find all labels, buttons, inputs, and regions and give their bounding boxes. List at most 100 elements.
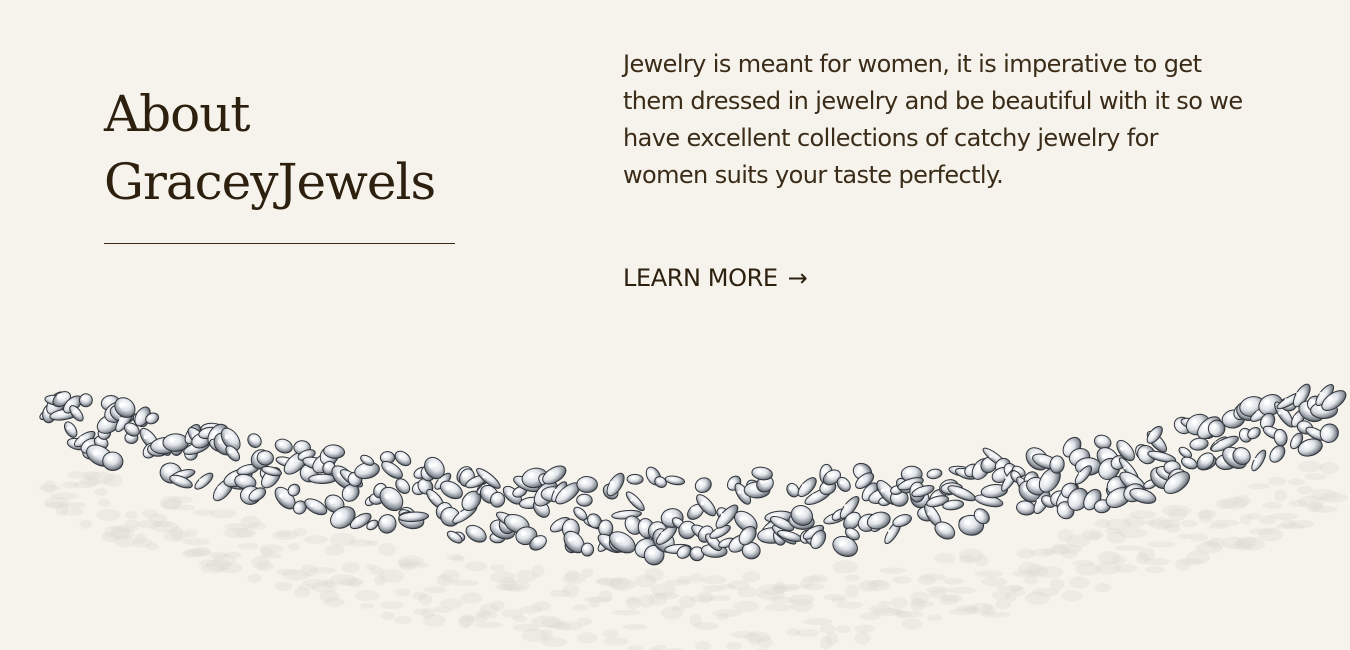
gem-reflection (67, 501, 86, 509)
gem-reflection (257, 561, 274, 572)
gem-sparkle (137, 412, 142, 417)
gem-reflection (911, 600, 935, 608)
gem-sparkle (493, 495, 498, 500)
gem-sparkle (310, 460, 314, 464)
gem-reflection (576, 617, 593, 626)
gem-sparkle (471, 478, 475, 482)
gem (1189, 437, 1209, 451)
gem-reflection (145, 543, 159, 551)
gem-sparkle (750, 485, 756, 490)
gem-reflection (446, 554, 464, 561)
gem-sparkle (1181, 450, 1185, 453)
gem-sparkle (1276, 432, 1282, 438)
gem-sparkle (1278, 411, 1282, 415)
learn-more-link[interactable]: LEARN MORE → (623, 264, 808, 292)
gem-reflection (303, 535, 328, 544)
gem-reflection (1081, 529, 1104, 540)
gem-sparkle (988, 487, 993, 492)
gem-reflection (114, 535, 136, 548)
gem-reflection (892, 576, 912, 584)
gem-reflection (1288, 520, 1315, 529)
gem-sparkle (297, 443, 302, 448)
gem-reflection (210, 509, 237, 519)
gem-reflection (975, 555, 989, 567)
gem-reflection (757, 635, 773, 649)
gem-sparkle (765, 530, 771, 536)
gem-reflection (926, 586, 949, 593)
gem-reflection (627, 645, 644, 650)
gem-reflection (946, 586, 977, 594)
gem-sparkle (603, 539, 608, 544)
gem-reflection (940, 594, 963, 603)
gem-reflection (380, 611, 395, 621)
gem-sparkle (386, 466, 391, 470)
gem-reflection (394, 588, 411, 597)
gem-sparkle (1245, 400, 1252, 407)
gem-sparkle (143, 435, 148, 440)
gem-reflection (802, 583, 825, 591)
gem-reflection (541, 637, 568, 647)
gem-reflection (1061, 590, 1083, 602)
gem-sparkle (620, 512, 624, 515)
gem-sparkle (839, 480, 844, 485)
gem-sparkle (692, 549, 697, 554)
gem-reflection (124, 511, 138, 519)
gem-sparkle (905, 480, 909, 484)
gem-sparkle (875, 492, 879, 497)
gem-sparkle (1156, 454, 1159, 457)
gem-sparkle (1136, 492, 1141, 496)
gem-reflection (1114, 545, 1144, 551)
heading-divider (104, 243, 455, 244)
gem-reflection (1129, 510, 1157, 520)
gem-sparkle (996, 470, 1001, 475)
gem-sparkle (641, 522, 647, 529)
gem-sparkle (444, 511, 451, 517)
gem-sparkle (1296, 392, 1300, 396)
gem-sparkle (967, 466, 972, 471)
gem (580, 542, 595, 557)
gem-sparkle (844, 504, 848, 508)
gem-sparkle (1150, 431, 1154, 435)
gem-reflection (234, 527, 257, 538)
description-line: them dressed in jewelry and be beautiful… (623, 87, 1243, 115)
gem-sparkle (733, 539, 738, 544)
gem (926, 468, 943, 480)
gem-sparkle (1327, 396, 1332, 401)
gem-sparkle (1086, 495, 1092, 500)
gem-sparkle (1268, 429, 1272, 433)
gem-sparkle (1052, 459, 1058, 465)
gem (625, 491, 645, 512)
gem-reflection (96, 509, 121, 521)
gem-sparkle (630, 498, 633, 502)
gem-sparkle (808, 529, 812, 533)
gem-reflection (1189, 533, 1209, 542)
gem-reflection (1113, 563, 1138, 573)
gem (247, 433, 262, 449)
gem-reflection (1262, 501, 1283, 509)
gem (446, 530, 463, 544)
gem-reflection (1268, 476, 1287, 486)
gem-sparkle (1227, 413, 1233, 419)
gem-reflection (1247, 483, 1271, 490)
gem-sparkle (97, 439, 101, 443)
gem-reflection (360, 603, 375, 609)
gem-sparkle (482, 475, 486, 479)
gem-sparkle (363, 457, 367, 461)
gem-sparkle (838, 540, 845, 547)
gem-sparkle (175, 478, 179, 482)
gem-sparkle (224, 434, 230, 440)
gem-sparkle (859, 477, 864, 481)
gem-sparkle (1236, 451, 1242, 457)
gem-reflection (644, 567, 664, 582)
gem-sparkle (1039, 457, 1044, 462)
gem-reflection (1320, 492, 1348, 503)
gem-sparkle (865, 488, 869, 492)
gem-reflection (602, 629, 619, 639)
gem-reflection (701, 575, 728, 585)
gem-sparkle (812, 493, 816, 497)
gem-sparkle (260, 453, 265, 458)
gem-sparkle (533, 537, 539, 543)
gem-sparkle (547, 489, 552, 494)
gem-reflection (742, 571, 761, 583)
gem-sparkle (199, 478, 202, 482)
